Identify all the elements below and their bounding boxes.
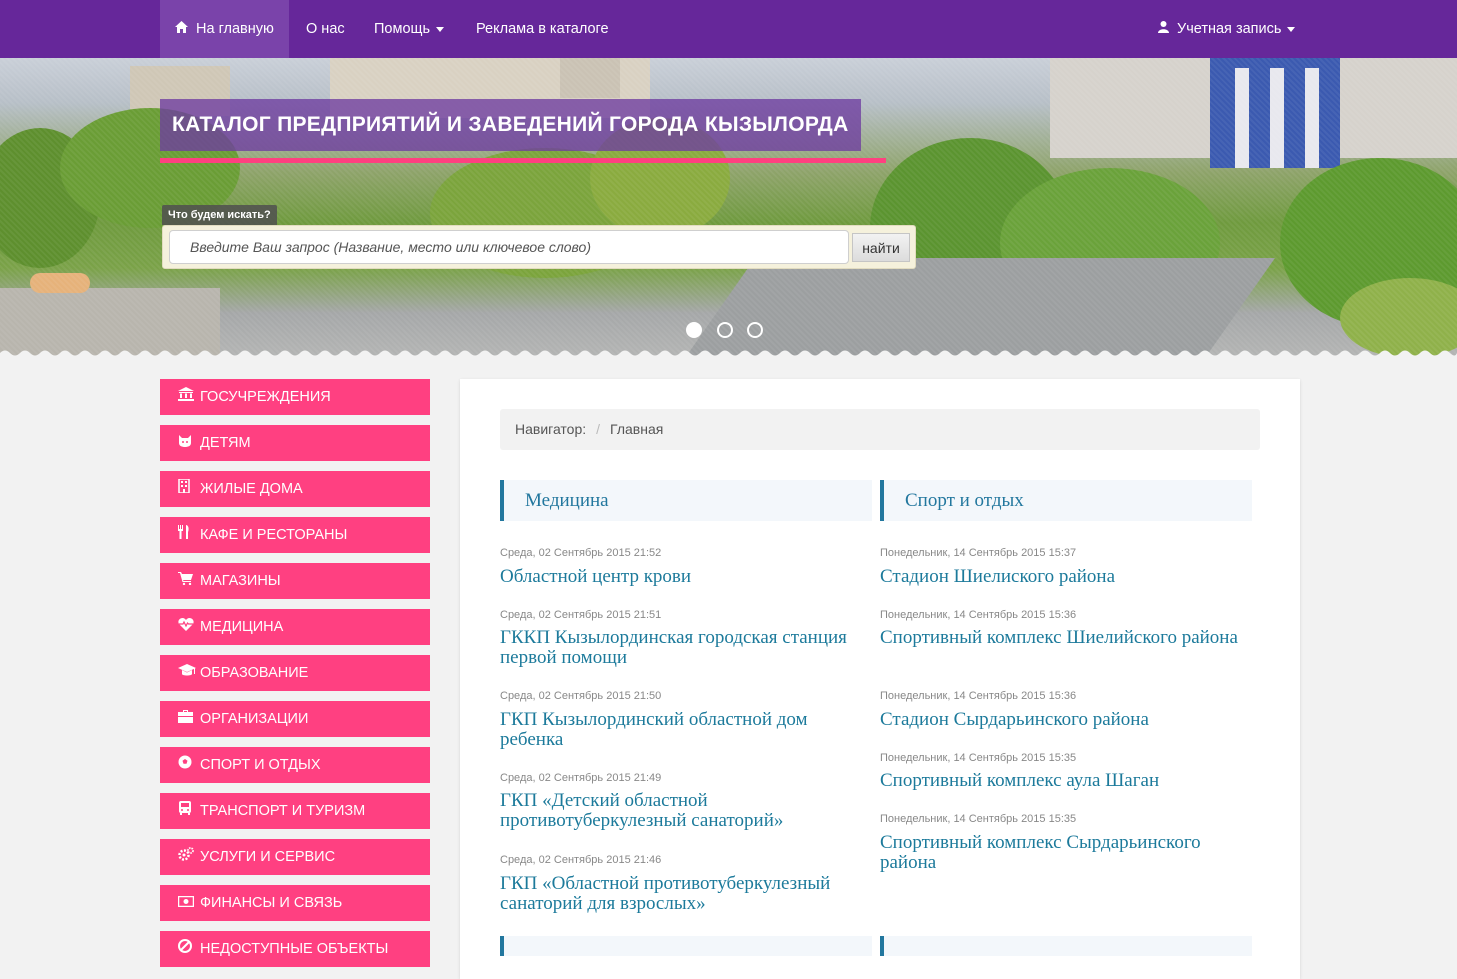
hero-slider: КАТАЛОГ ПРЕДПРИЯТИЙ И ЗАВЕДЕНИЙ ГОРОДА К… — [0, 58, 1457, 358]
chevron-down-icon — [436, 26, 445, 32]
sidebar-item-label: ОРГАНИЗАЦИИ — [200, 711, 309, 727]
soccer-ball-icon — [178, 747, 200, 783]
article-date: Среда, 02 Сентябрь 2015 21:50 — [500, 690, 662, 702]
breadcrumb: Навигатор: / Главная — [500, 409, 1260, 450]
sidebar-item-organizations[interactable]: ОРГАНИЗАЦИИ — [160, 701, 430, 737]
sidebar-item-label: УСЛУГИ И СЕРВИС — [200, 849, 336, 865]
article-link[interactable]: Стадион Сырдарьинского района — [880, 710, 1250, 730]
slider-dot-3[interactable] — [747, 322, 763, 338]
graduation-cap-icon — [178, 655, 200, 691]
breadcrumb-separator: / — [596, 421, 601, 437]
sidebar-item-label: ДЕТЯМ — [200, 435, 251, 451]
heartbeat-icon — [178, 609, 200, 645]
nav-home-label: На главную — [196, 21, 274, 37]
sidebar-item-sport[interactable]: СПОРТ И ОТДЫХ — [160, 747, 430, 783]
search-label: Что будем искать? — [162, 205, 277, 225]
breadcrumb-current: Главная — [610, 421, 664, 437]
slider-dot-2[interactable] — [717, 322, 733, 338]
sidebar-item-label: МЕДИЦИНА — [200, 619, 284, 635]
article-link[interactable]: Спортивный комплекс аула Шаган — [880, 771, 1250, 791]
cutlery-icon — [178, 517, 200, 553]
nav-about-label: О нас — [306, 21, 345, 37]
search-button[interactable]: найти — [852, 233, 910, 262]
top-navbar: На главную О нас Помощь Реклама в катало… — [0, 0, 1457, 58]
sidebar-item-label: ГОСУЧРЕЖДЕНИЯ — [200, 389, 331, 405]
search-input[interactable] — [169, 230, 849, 264]
nav-account[interactable]: Учетная запись — [1143, 0, 1310, 58]
article-link[interactable]: ГККП Кызылординская городская станция пе… — [500, 628, 870, 668]
sidebar-item-label: ЖИЛЫЕ ДОМА — [200, 481, 303, 497]
article-date: Понедельник, 14 Сентябрь 2015 15:35 — [880, 752, 1077, 764]
ban-icon — [178, 931, 200, 967]
title-underline — [160, 158, 886, 163]
sidebar-item-label: НЕДОСТУПНЫЕ ОБЪЕКТЫ — [200, 941, 389, 957]
main-content: Навигатор: / Главная Медицина Среда, 02 Се… — [460, 379, 1300, 979]
nav-home[interactable]: На главную — [160, 0, 289, 58]
sidebar-item-finance[interactable]: ФИНАНСЫ И СВЯЗЬ — [160, 885, 430, 921]
sidebar-item-label: СПОРТ И ОТДЫХ — [200, 757, 321, 773]
chevron-down-icon — [1287, 26, 1296, 32]
article-link[interactable]: ГКП Кызылординский областной дом ребенка — [500, 710, 870, 750]
sidebar-item-cafes[interactable]: КАФЕ И РЕСТОРАНЫ — [160, 517, 430, 553]
nav-help[interactable]: Помощь — [359, 0, 459, 58]
article-link[interactable]: Спортивный комплекс Сырдарьинского район… — [880, 833, 1250, 873]
nav-advertising-label: Реклама в каталоге — [476, 21, 609, 37]
breadcrumb-prefix: Навигатор: — [515, 421, 587, 437]
bus-icon — [178, 793, 200, 829]
sidebar-item-unavailable[interactable]: НЕДОСТУПНЫЕ ОБЪЕКТЫ — [160, 931, 430, 967]
article-date: Понедельник, 14 Сентябрь 2015 15:36 — [880, 690, 1077, 702]
sidebar-item-services[interactable]: УСЛУГИ И СЕРВИС — [160, 839, 430, 875]
article-date: Понедельник, 14 Сентябрь 2015 15:36 — [880, 609, 1077, 621]
page-title: КАТАЛОГ ПРЕДПРИЯТИЙ И ЗАВЕДЕНИЙ ГОРОДА К… — [160, 99, 861, 151]
user-icon — [1158, 0, 1169, 58]
nav-help-label: Помощь — [374, 21, 431, 37]
nav-advertising[interactable]: Реклама в каталоге — [461, 0, 624, 58]
nav-about[interactable]: О нас — [291, 0, 360, 58]
article-date: Понедельник, 14 Сентябрь 2015 15:37 — [880, 547, 1077, 559]
building-icon — [178, 471, 200, 507]
child-icon — [178, 425, 200, 461]
sidebar-item-label: ОБРАЗОВАНИЕ — [200, 665, 309, 681]
article-date: Среда, 02 Сентябрь 2015 21:52 — [500, 547, 662, 559]
sidebar-item-education[interactable]: ОБРАЗОВАНИЕ — [160, 655, 430, 691]
search-form: найти — [162, 225, 916, 269]
article-date: Среда, 02 Сентябрь 2015 21:49 — [500, 772, 662, 784]
home-icon — [175, 0, 188, 58]
briefcase-icon — [178, 701, 200, 737]
section-heading-sport[interactable]: Спорт и отдых — [880, 480, 1252, 521]
bank-icon — [178, 379, 200, 415]
article-link[interactable]: Стадион Шиелиского района — [880, 567, 1250, 587]
article-date: Среда, 02 Сентябрь 2015 21:51 — [500, 609, 662, 621]
article-link[interactable]: Спортивный комплекс Шиелийского района — [880, 628, 1250, 648]
sidebar-item-transport[interactable]: ТРАНСПОРТ И ТУРИЗМ — [160, 793, 430, 829]
sidebar-item-label: ФИНАНСЫ И СВЯЗЬ — [200, 895, 343, 911]
sidebar-item-label: ТРАНСПОРТ И ТУРИЗМ — [200, 803, 366, 819]
sidebar-item-label: МАГАЗИНЫ — [200, 573, 281, 589]
sidebar-item-medicine[interactable]: МЕДИЦИНА — [160, 609, 430, 645]
wavy-divider — [0, 350, 1457, 358]
cart-icon — [178, 563, 200, 599]
sidebar-item-government[interactable]: ГОСУЧРЕЖДЕНИЯ — [160, 379, 430, 415]
article-link[interactable]: ГКП «Детский областной противотуберкулез… — [500, 791, 870, 831]
nav-account-label: Учетная запись — [1177, 21, 1282, 37]
slider-dot-1[interactable] — [686, 322, 702, 338]
section-heading-medicine[interactable]: Медицина — [500, 480, 872, 521]
article-date: Понедельник, 14 Сентябрь 2015 15:35 — [880, 813, 1077, 825]
sidebar-item-children[interactable]: ДЕТЯМ — [160, 425, 430, 461]
money-icon — [177, 885, 200, 921]
article-date: Среда, 02 Сентябрь 2015 21:46 — [500, 854, 662, 866]
article-link[interactable]: ГКП «Областной противотуберкулезный сана… — [500, 874, 870, 914]
sidebar-item-label: КАФЕ И РЕСТОРАНЫ — [200, 527, 348, 543]
sidebar-item-housing[interactable]: ЖИЛЫЕ ДОМА — [160, 471, 430, 507]
article-link[interactable]: Областной центр крови — [500, 567, 870, 587]
section-heading-next-left — [500, 936, 872, 956]
sidebar-item-shops[interactable]: МАГАЗИНЫ — [160, 563, 430, 599]
gears-icon — [178, 839, 200, 875]
section-heading-next-right — [880, 936, 1252, 956]
